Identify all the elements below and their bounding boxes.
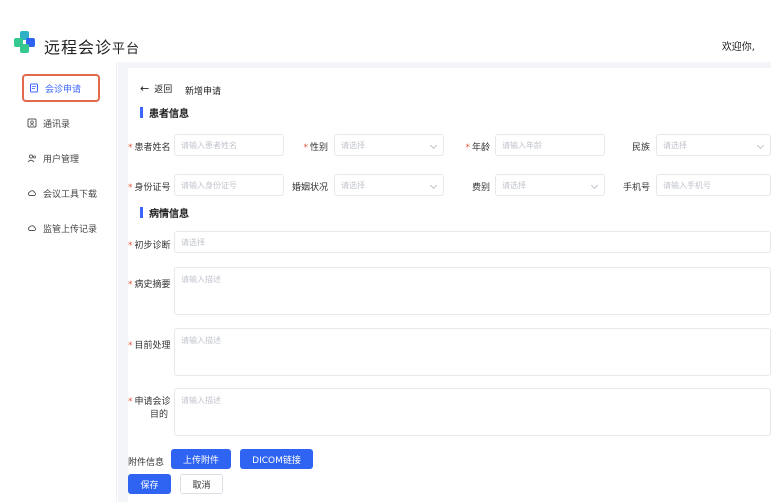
sidebar-item-tool-download[interactable]: 会议工具下载 <box>22 179 100 207</box>
sidebar-item-upload-records[interactable]: 监管上传记录 <box>22 214 100 242</box>
diagnosis-select[interactable]: 请选择 <box>174 231 771 253</box>
back-label: 返回 <box>154 85 173 95</box>
app-title-sub: 平台 <box>112 42 141 57</box>
sidebar-item-label: 通讯录 <box>43 119 71 130</box>
page-title: 新增申请 <box>185 87 222 97</box>
diagnosis-label: * 初步诊断 <box>128 241 171 251</box>
age-input[interactable]: 请输入年龄 <box>495 134 605 156</box>
patient-name-input[interactable]: 请输入患者姓名 <box>174 134 284 156</box>
attachments-label: 附件信息 <box>128 458 165 468</box>
ethnicity-label: 民族 <box>631 143 650 153</box>
phone-label: 手机号 <box>622 183 650 193</box>
sidebar-item-label: 会议工具下载 <box>43 189 98 200</box>
sidebar: 会诊申请 通讯录 用户管理 会议工具下载 监管上传记录 <box>0 62 117 502</box>
treatment-textarea[interactable]: 请输入描述 <box>174 328 771 376</box>
welcome-text: 欢迎你, <box>721 42 755 53</box>
sidebar-item-user-management[interactable]: 用户管理 <box>22 144 100 172</box>
purpose-textarea[interactable]: 请输入描述 <box>174 388 771 436</box>
marital-select[interactable]: 请选择 <box>334 174 444 196</box>
id-number-label: * 身份证号 <box>128 183 171 193</box>
main-content: ← 返回 新增申请 患者信息 * 患者姓名 请输入患者姓名 * 性别 请选择 * 年龄… <box>118 62 771 502</box>
treatment-label: * 目前处理 <box>128 341 171 351</box>
app-logo <box>14 31 36 53</box>
sidebar-item-label: 会诊申请 <box>45 84 82 95</box>
cloud-download-icon <box>27 188 37 198</box>
save-button[interactable]: 保存 <box>128 474 171 494</box>
section-title: 患者信息 <box>149 109 189 120</box>
marital-label: 婚姻状况 <box>291 183 328 193</box>
phone-input[interactable]: 请输入手机号 <box>656 174 771 196</box>
app-title-main: 远程会诊 <box>44 38 113 57</box>
patient-name-label: * 患者姓名 <box>128 143 171 153</box>
sidebar-item-consult-apply[interactable]: 会诊申请 <box>22 74 100 102</box>
section-marker <box>140 107 143 118</box>
cloud-upload-icon <box>27 223 37 233</box>
arrow-left-icon: ← <box>140 82 150 95</box>
sidebar-item-contacts[interactable]: 通讯录 <box>22 109 100 137</box>
ethnicity-select[interactable]: 请选择 <box>656 134 771 156</box>
sidebar-item-label: 用户管理 <box>43 154 80 165</box>
upload-attachment-button[interactable]: 上传附件 <box>171 449 231 469</box>
section-patient-info: 患者信息 <box>140 105 189 120</box>
gender-select[interactable]: 请选择 <box>334 134 444 156</box>
document-icon <box>29 83 39 93</box>
section-title: 病情信息 <box>149 209 189 220</box>
purpose-label: * 申请会诊 目的 <box>128 397 171 420</box>
fee-type-label: 费别 <box>471 183 490 193</box>
fee-type-select[interactable]: 请选择 <box>495 174 605 196</box>
cancel-button[interactable]: 取消 <box>180 474 223 494</box>
back-button[interactable]: ← 返回 <box>140 82 172 95</box>
history-textarea[interactable]: 请输入描述 <box>174 267 771 315</box>
dicom-link-button[interactable]: DICOM链接 <box>240 449 313 469</box>
id-number-input[interactable]: 请输入身份证号 <box>174 174 284 196</box>
gender-label: * 性别 <box>303 143 328 153</box>
contacts-icon <box>27 118 37 128</box>
form-panel: ← 返回 新增申请 患者信息 * 患者姓名 请输入患者姓名 * 性别 请选择 * 年龄… <box>128 68 771 502</box>
history-label: * 病史摘要 <box>128 280 171 290</box>
users-icon <box>27 153 37 163</box>
app-header: 远程会诊平台 欢迎你, <box>0 0 771 62</box>
section-condition-info: 病情信息 <box>140 205 189 220</box>
sidebar-item-label: 监管上传记录 <box>43 224 98 235</box>
app-title: 远程会诊平台 <box>44 34 140 58</box>
section-marker <box>140 207 143 218</box>
age-label: * 年龄 <box>465 143 490 153</box>
